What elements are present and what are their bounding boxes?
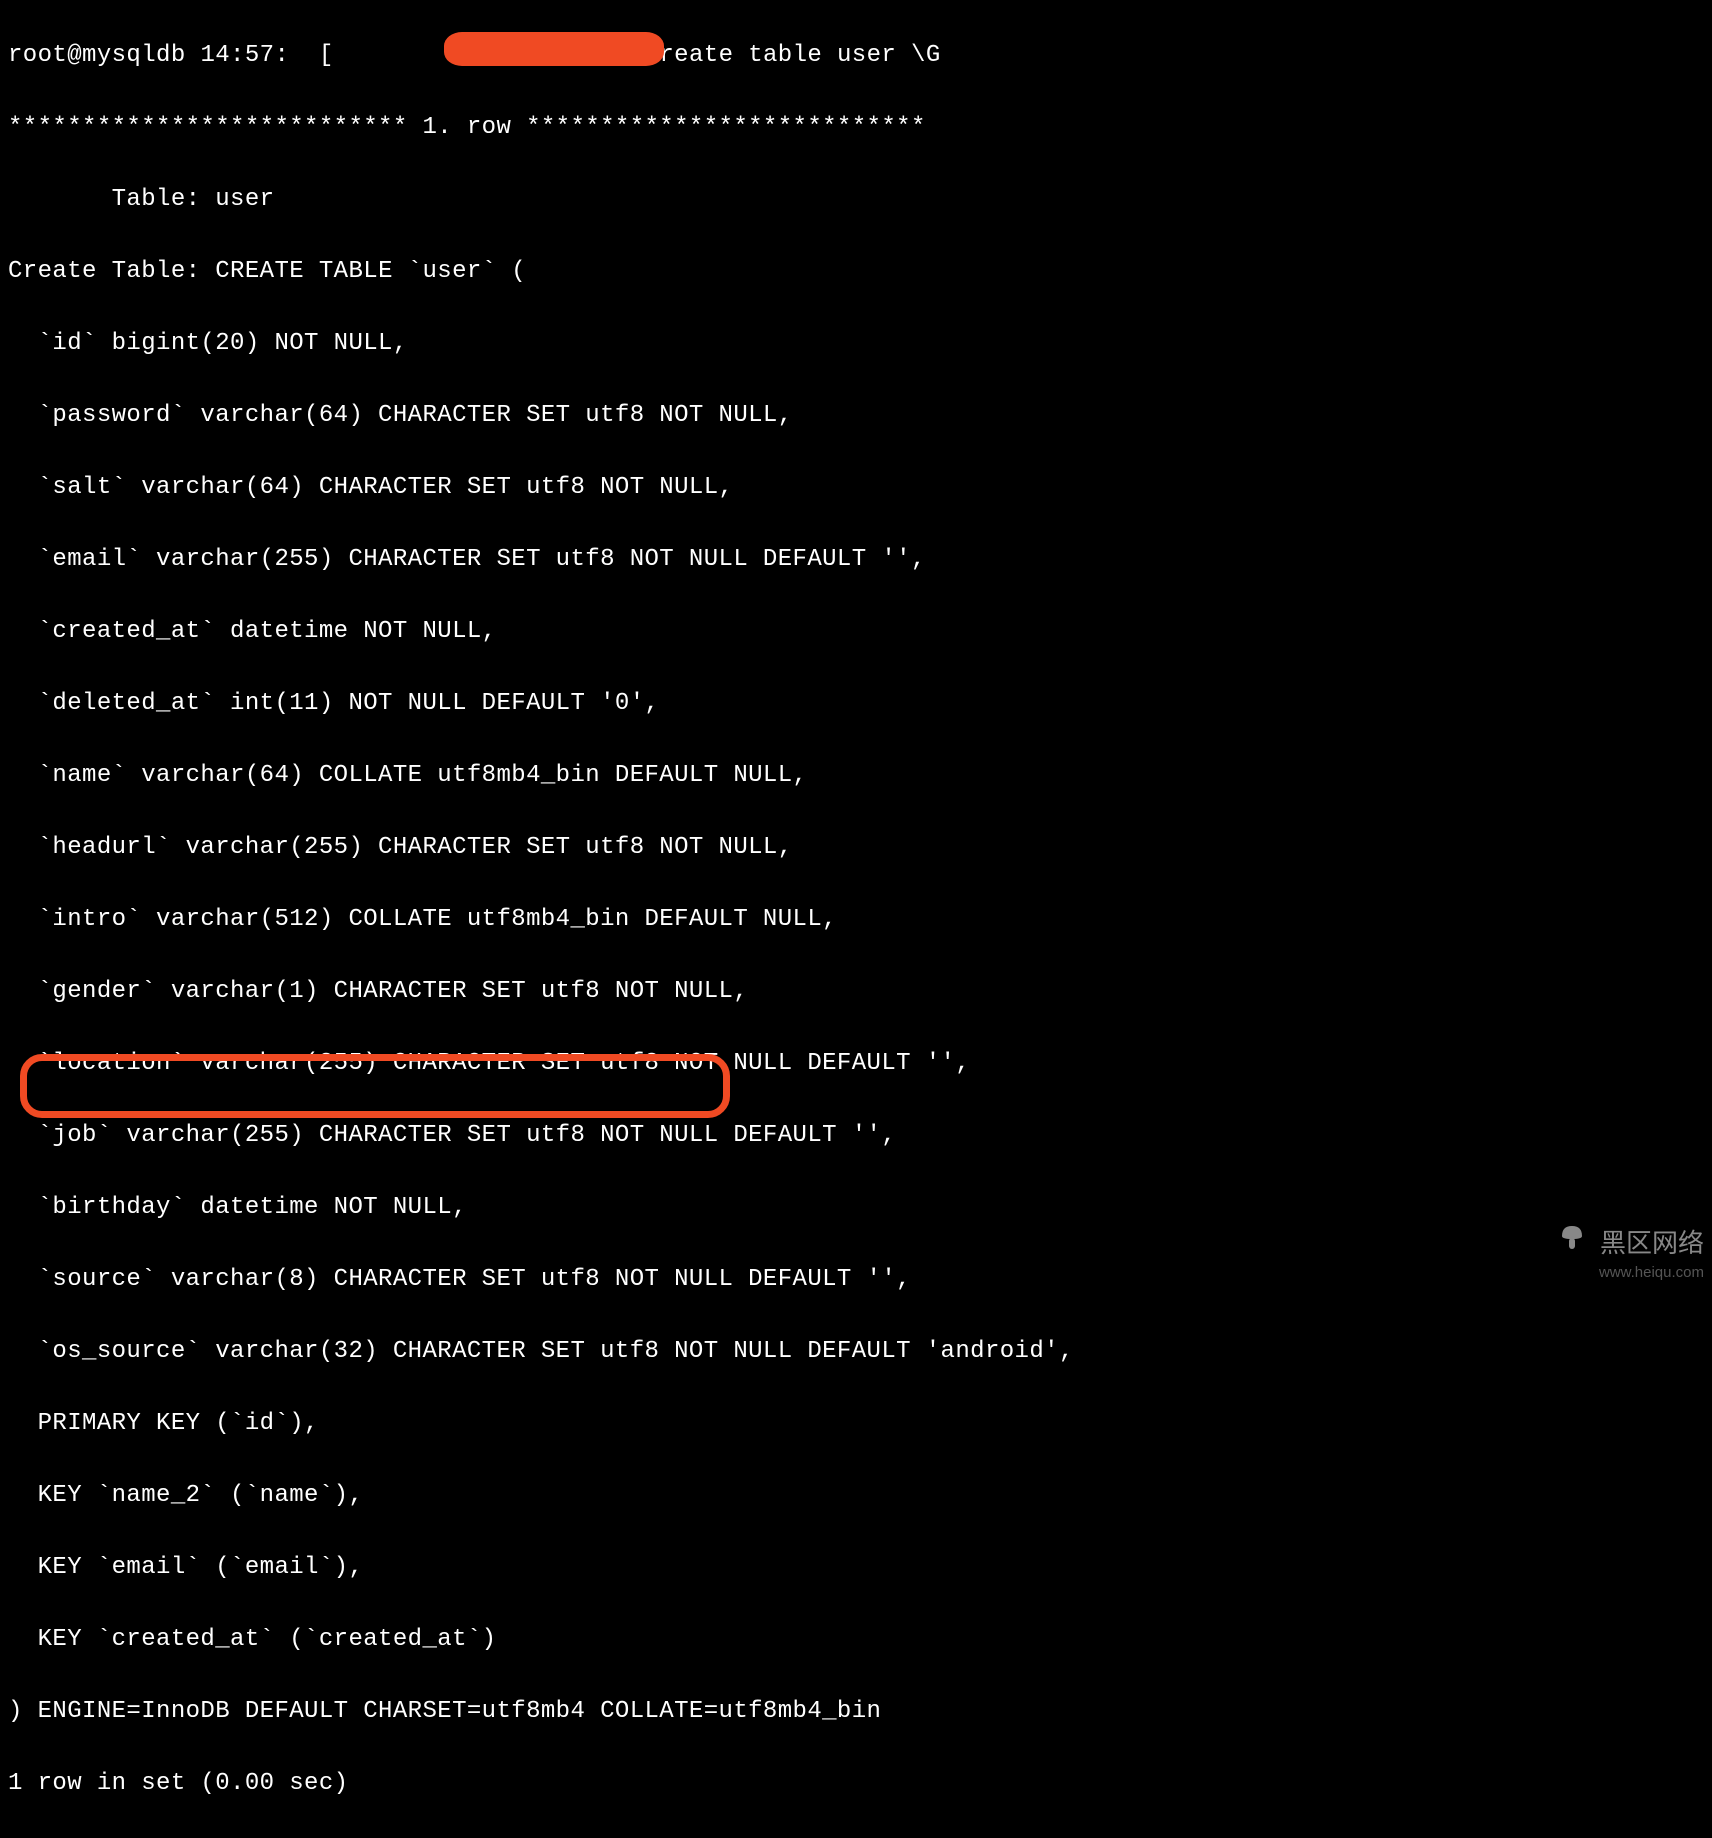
prompt-user-host: root@mysqldb — [8, 42, 186, 69]
terminal-output: root@mysqldb 14:57: [ ]> show create tab… — [8, 2, 1704, 1838]
col-line: `gender` varchar(1) CHARACTER SET utf8 N… — [8, 974, 1704, 1010]
col-line: `salt` varchar(64) CHARACTER SET utf8 NO… — [8, 470, 1704, 506]
col-line: `password` varchar(64) CHARACTER SET utf… — [8, 398, 1704, 434]
prompt-bracket-open: [ — [319, 42, 334, 69]
col-line: `intro` varchar(512) COLLATE utf8mb4_bin… — [8, 902, 1704, 938]
col-line: `source` varchar(8) CHARACTER SET utf8 N… — [8, 1262, 1704, 1298]
prompt-line[interactable]: root@mysqldb 14:57: [ ]> show create tab… — [8, 38, 1704, 74]
create-head: CREATE TABLE `user` ( — [215, 258, 526, 285]
col-line-highlighted: KEY `created_at` (`created_at`) — [8, 1622, 1704, 1658]
col-line: PRIMARY KEY (`id`), — [8, 1406, 1704, 1442]
create-label: Create Table: — [8, 258, 200, 285]
redaction-mark — [444, 32, 664, 66]
col-line: `email` varchar(255) CHARACTER SET utf8 … — [8, 542, 1704, 578]
col-line: KEY `name_2` (`name`), — [8, 1478, 1704, 1514]
watermark-url: www.heiqu.com — [1557, 1262, 1704, 1285]
row-separator: *************************** 1. row *****… — [8, 110, 1704, 146]
result-footer: 1 row in set (0.00 sec) — [8, 1766, 1704, 1802]
table-tail: ) ENGINE=InnoDB DEFAULT CHARSET=utf8mb4 … — [8, 1694, 1704, 1730]
col-line: `birthday` datetime NOT NULL, — [8, 1190, 1704, 1226]
prompt-time: 14:57: — [200, 42, 289, 69]
col-line: `os_source` varchar(32) CHARACTER SET ut… — [8, 1334, 1704, 1370]
col-line: KEY `email` (`email`), — [8, 1550, 1704, 1586]
table-line: Table: user — [8, 182, 1704, 218]
watermark: 黑区网络 www.heiqu.com — [1557, 1223, 1704, 1285]
watermark-title: 黑区网络 — [1600, 1224, 1704, 1263]
col-line: `job` varchar(255) CHARACTER SET utf8 NO… — [8, 1118, 1704, 1154]
col-line: `created_at` datetime NOT NULL, — [8, 614, 1704, 650]
col-line: `name` varchar(64) COLLATE utf8mb4_bin D… — [8, 758, 1704, 794]
col-line: `id` bigint(20) NOT NULL, — [8, 326, 1704, 362]
table-label: Table: — [8, 186, 200, 213]
mushroom-icon — [1557, 1223, 1587, 1264]
create-table-line: Create Table: CREATE TABLE `user` ( — [8, 254, 1704, 290]
col-line: `location` varchar(255) CHARACTER SET ut… — [8, 1046, 1704, 1082]
col-line: `deleted_at` int(11) NOT NULL DEFAULT '0… — [8, 686, 1704, 722]
table-name: user — [215, 186, 274, 213]
col-line: `headurl` varchar(255) CHARACTER SET utf… — [8, 830, 1704, 866]
